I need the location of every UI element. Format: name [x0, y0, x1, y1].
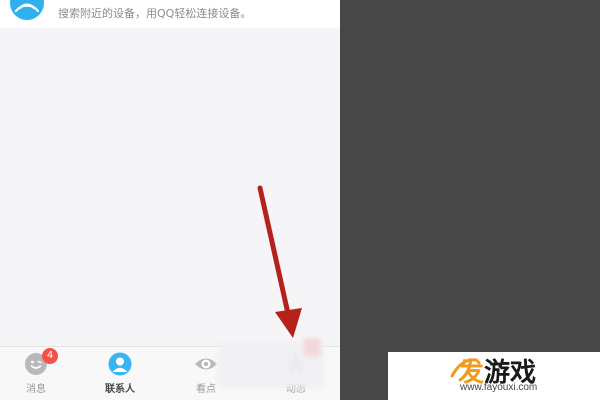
site-watermark: 发游戏 www.fayouxi.com	[388, 352, 600, 400]
watermark-url: www.fayouxi.com	[460, 382, 538, 393]
red-arrow-annotation	[257, 185, 302, 338]
